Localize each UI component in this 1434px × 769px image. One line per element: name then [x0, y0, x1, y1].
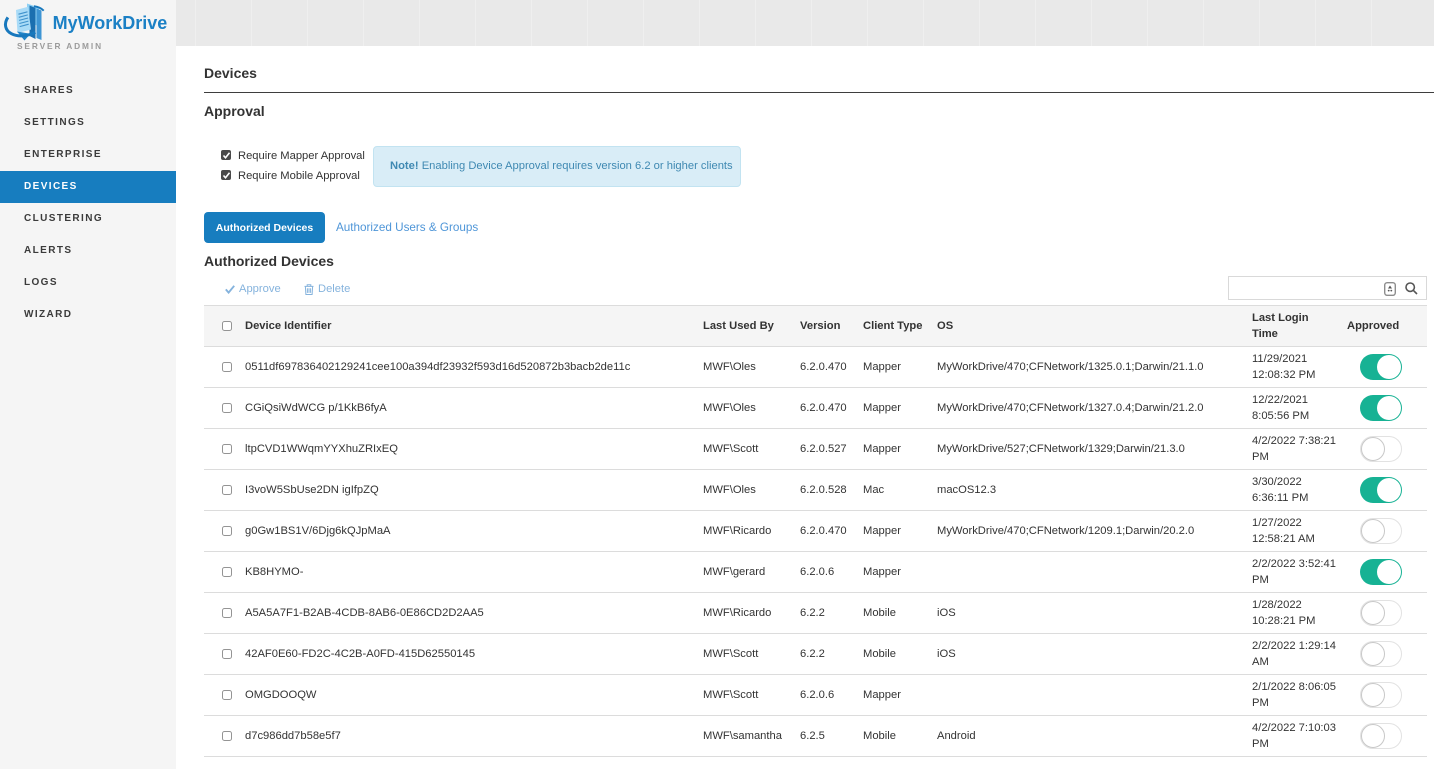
svg-text:SERVER ADMIN: SERVER ADMIN — [17, 41, 103, 51]
svg-text:MyWorkDrive: MyWorkDrive — [53, 13, 168, 33]
